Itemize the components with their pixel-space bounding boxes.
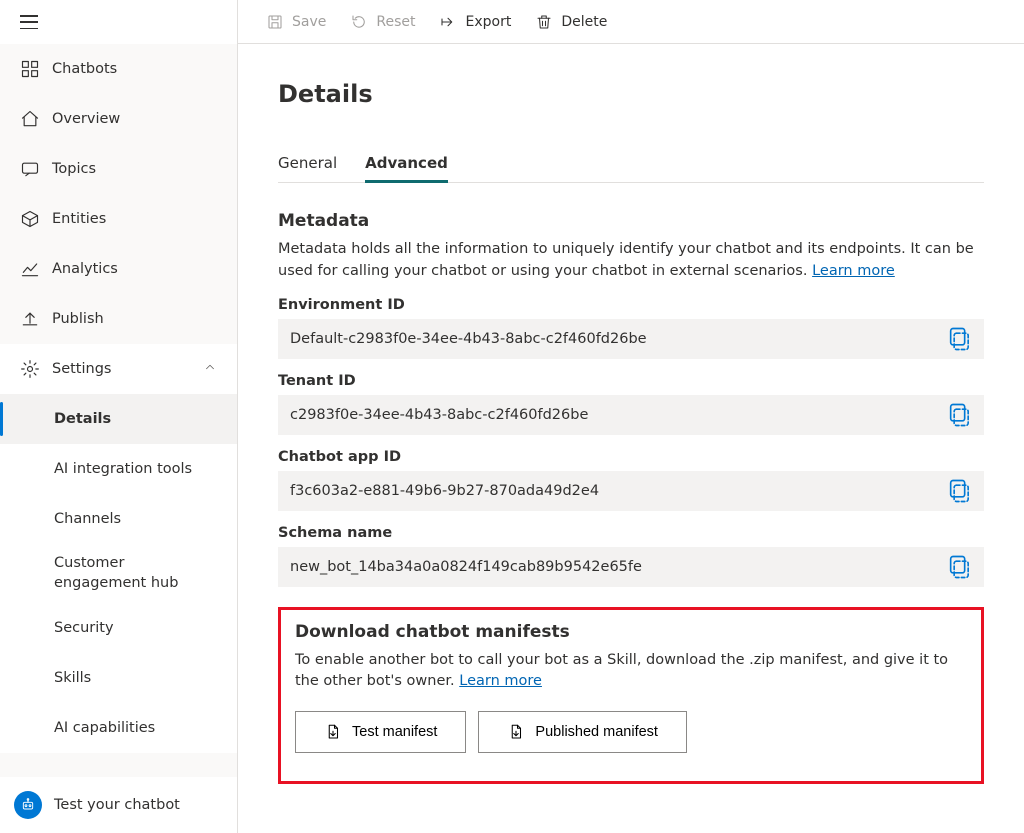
field-row: f3c603a2-e881-49b6-9b27-870ada49d2e4: [278, 471, 984, 511]
subnav-skills[interactable]: Skills: [0, 653, 237, 703]
sidebar-item-entities[interactable]: Entities: [0, 194, 237, 244]
chat-icon: [20, 159, 40, 179]
toolbar-label: Delete: [561, 14, 607, 30]
manifest-title: Download chatbot manifests: [295, 622, 967, 642]
toolbar: Save Reset Export Delete: [238, 0, 1024, 44]
hamburger-menu-button[interactable]: [20, 12, 40, 32]
sidebar-item-publish[interactable]: Publish: [0, 294, 237, 344]
sidebar-item-label: Settings: [52, 361, 111, 377]
tab-general[interactable]: General: [278, 144, 337, 182]
subnav-label: AI capabilities: [54, 720, 155, 736]
home-icon: [20, 109, 40, 129]
copy-button[interactable]: [946, 325, 974, 353]
sidebar: Chatbots Overview Topics Entities Analyt: [0, 0, 238, 833]
field-value: c2983f0e-34ee-4b43-8abc-c2f460fd26be: [290, 407, 946, 423]
field-chatbot-app-id: Chatbot app ID f3c603a2-e881-49b6-9b27-8…: [278, 449, 984, 511]
chevron-up-icon: [203, 360, 217, 378]
toolbar-label: Export: [465, 14, 511, 30]
subnav-label: AI integration tools: [54, 461, 192, 477]
metadata-learn-more-link[interactable]: Learn more: [812, 263, 895, 279]
document-download-icon: [507, 723, 525, 741]
sidebar-item-settings[interactable]: Settings: [0, 344, 237, 394]
box-icon: [20, 209, 40, 229]
sidebar-item-label: Overview: [52, 111, 120, 127]
download-manifests-box: Download chatbot manifests To enable ano…: [278, 607, 984, 785]
field-environment-id: Environment ID Default-c2983f0e-34ee-4b4…: [278, 297, 984, 359]
field-label: Schema name: [278, 525, 984, 541]
field-value: Default-c2983f0e-34ee-4b43-8abc-c2f460fd…: [290, 331, 946, 347]
sidebar-item-label: Chatbots: [52, 61, 117, 77]
subnav-customer-engagement-hub[interactable]: Customer engagement hub: [0, 544, 237, 603]
bot-avatar-icon: [14, 791, 42, 819]
metadata-title: Metadata: [278, 211, 984, 231]
sidebar-item-label: Publish: [52, 311, 104, 327]
subnav-label: Customer engagement hub: [54, 554, 217, 593]
reset-icon: [350, 13, 368, 31]
sidebar-item-label: Topics: [52, 161, 96, 177]
metadata-description: Metadata holds all the information to un…: [278, 239, 984, 283]
toolbar-label: Reset: [376, 14, 415, 30]
field-value: new_bot_14ba34a0a0824f149cab89b9542e65fe: [290, 559, 946, 575]
button-label: Published manifest: [535, 724, 658, 740]
test-chatbot-row[interactable]: Test your chatbot: [0, 777, 237, 833]
page-title: Details: [278, 80, 984, 108]
field-value: f3c603a2-e881-49b6-9b27-870ada49d2e4: [290, 483, 946, 499]
sidebar-item-overview[interactable]: Overview: [0, 94, 237, 144]
copy-button[interactable]: [946, 477, 974, 505]
toolbar-delete-button[interactable]: Delete: [523, 0, 619, 44]
main: Save Reset Export Delete Details General…: [238, 0, 1024, 833]
subnav-security[interactable]: Security: [0, 603, 237, 653]
test-chatbot-label: Test your chatbot: [54, 797, 180, 813]
field-row: new_bot_14ba34a0a0824f149cab89b9542e65fe: [278, 547, 984, 587]
published-manifest-button[interactable]: Published manifest: [478, 711, 687, 753]
tab-advanced[interactable]: Advanced: [365, 144, 448, 182]
export-icon: [439, 13, 457, 31]
subnav-ai-capabilities[interactable]: AI capabilities: [0, 703, 237, 753]
trash-icon: [535, 13, 553, 31]
subnav-channels[interactable]: Channels: [0, 494, 237, 544]
field-row: Default-c2983f0e-34ee-4b43-8abc-c2f460fd…: [278, 319, 984, 359]
content: Details General Advanced Metadata Metada…: [238, 44, 1024, 833]
sidebar-item-label: Entities: [52, 211, 106, 227]
subnav-label: Details: [54, 411, 111, 427]
tabs: General Advanced: [278, 144, 984, 183]
subnav-label: Security: [54, 620, 114, 636]
grid-icon: [20, 59, 40, 79]
field-label: Chatbot app ID: [278, 449, 984, 465]
toolbar-reset-button[interactable]: Reset: [338, 0, 427, 44]
chart-line-icon: [20, 259, 40, 279]
field-label: Environment ID: [278, 297, 984, 313]
document-download-icon: [324, 723, 342, 741]
toolbar-save-button[interactable]: Save: [254, 0, 338, 44]
button-label: Test manifest: [352, 724, 437, 740]
gear-icon: [20, 359, 40, 379]
sidebar-item-analytics[interactable]: Analytics: [0, 244, 237, 294]
sidebar-item-topics[interactable]: Topics: [0, 144, 237, 194]
save-icon: [266, 13, 284, 31]
test-manifest-button[interactable]: Test manifest: [295, 711, 466, 753]
sidebar-item-chatbots[interactable]: Chatbots: [0, 44, 237, 94]
sidebar-item-label: Analytics: [52, 261, 118, 277]
sidebar-nav: Chatbots Overview Topics Entities Analyt: [0, 44, 237, 777]
field-row: c2983f0e-34ee-4b43-8abc-c2f460fd26be: [278, 395, 984, 435]
toolbar-export-button[interactable]: Export: [427, 0, 523, 44]
toolbar-label: Save: [292, 14, 326, 30]
manifest-description: To enable another bot to call your bot a…: [295, 650, 967, 694]
field-schema-name: Schema name new_bot_14ba34a0a0824f149cab…: [278, 525, 984, 587]
copy-button[interactable]: [946, 553, 974, 581]
manifest-desc-text: To enable another bot to call your bot a…: [295, 652, 948, 690]
field-tenant-id: Tenant ID c2983f0e-34ee-4b43-8abc-c2f460…: [278, 373, 984, 435]
copy-button[interactable]: [946, 401, 974, 429]
subnav-ai-integration[interactable]: AI integration tools: [0, 444, 237, 494]
subnav-details[interactable]: Details: [0, 394, 237, 444]
subnav-label: Channels: [54, 511, 121, 527]
upload-icon: [20, 309, 40, 329]
subnav-label: Skills: [54, 670, 91, 686]
field-label: Tenant ID: [278, 373, 984, 389]
settings-subnav: Details AI integration tools Channels Cu…: [0, 394, 237, 753]
manifest-learn-more-link[interactable]: Learn more: [459, 673, 542, 689]
